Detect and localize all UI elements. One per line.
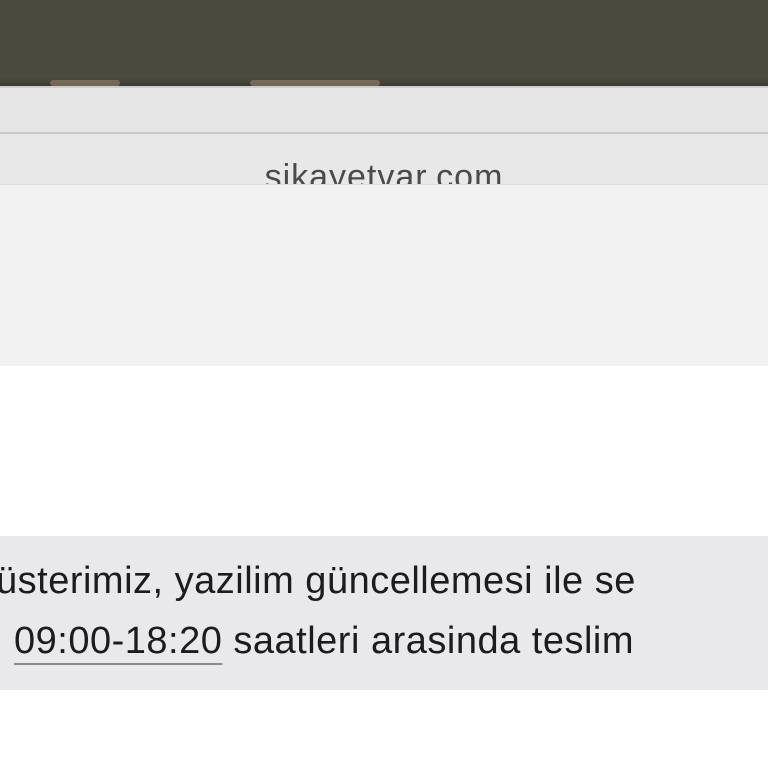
page-content-area [0,366,768,536]
message-line: 09:00-18:20 saatleri arasinda teslim [14,620,634,663]
page-header-panel [0,184,768,366]
message-bubble: üsterimiz, yazilim güncellemesi ile se 0… [0,536,768,690]
browser-toolbar [0,86,768,132]
background-photo [0,0,768,86]
message-line: üsterimiz, yazilim güncellemesi ile se [0,560,636,602]
message-text: saatleri arasinda teslim [222,620,635,662]
address-url[interactable]: sikayetvar.com [0,158,768,184]
time-range-link[interactable]: 09:00-18:20 [14,620,222,662]
address-bar[interactable]: sikayetvar.com [0,134,768,184]
page-bottom-area [0,690,768,768]
